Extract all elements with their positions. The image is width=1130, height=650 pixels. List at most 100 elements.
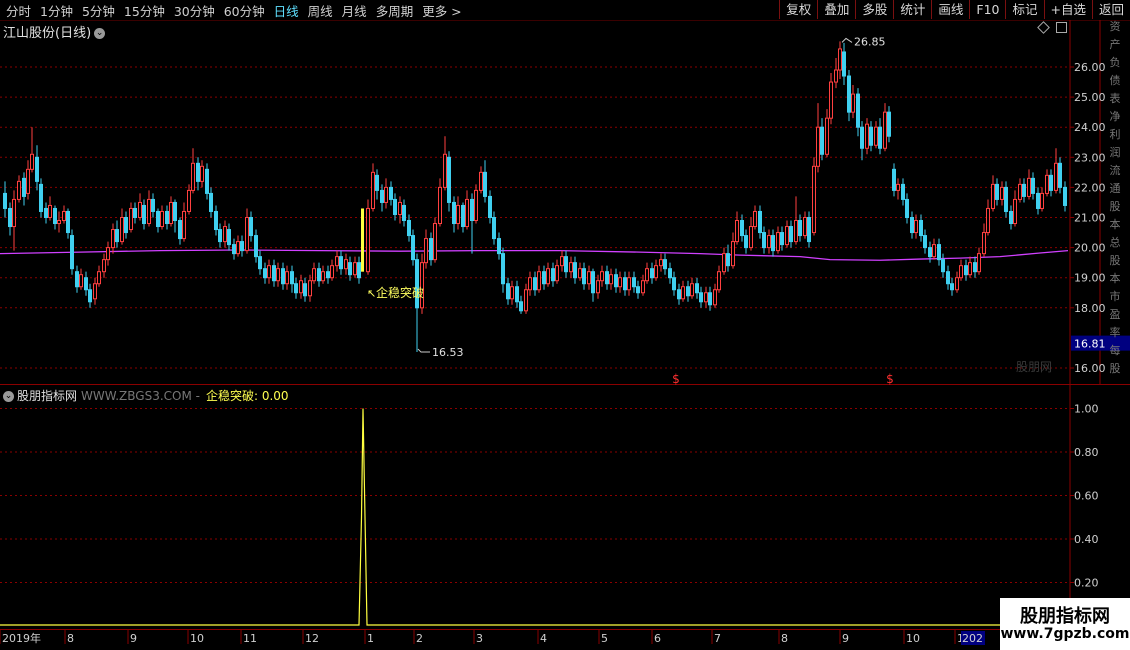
candle-down [1009, 210, 1013, 225]
candle-down [501, 253, 505, 285]
window-icon[interactable] [1056, 22, 1067, 33]
candle-down [142, 204, 146, 225]
indicator-name: 股朋指标网 [17, 389, 78, 403]
candle-up [371, 171, 375, 209]
candle-up [102, 259, 106, 273]
candle-up [690, 283, 694, 297]
price-tick-label: 20.00 [1074, 242, 1106, 255]
candle-down [84, 277, 88, 291]
candle-down [695, 283, 699, 294]
candle-down [780, 232, 784, 246]
candle-down [591, 271, 595, 294]
candle-up [825, 117, 829, 155]
candle-down [375, 174, 379, 191]
candle-up [1013, 198, 1017, 225]
date-tick-label: 1 [367, 632, 374, 645]
candle-down [632, 277, 636, 288]
candle-down [744, 235, 748, 249]
side-panel-glyph: 本 [1110, 217, 1121, 231]
candle-down [214, 210, 218, 231]
candle-down [290, 271, 294, 285]
candle-up [641, 280, 645, 294]
candle-up [560, 256, 564, 267]
candle-up [524, 289, 528, 312]
candle-down [928, 247, 932, 258]
date-tick-label: 2 [416, 632, 423, 645]
candle-up [851, 93, 855, 113]
candle-up [48, 204, 52, 219]
dividend-marker: $ [886, 372, 894, 386]
candle-down [573, 262, 577, 279]
chevron-down-icon[interactable]: ⌄ [94, 28, 106, 39]
candle-down [8, 207, 12, 228]
price-tick-label: 21.00 [1074, 212, 1106, 225]
candle-down [88, 289, 92, 303]
candle-down [973, 262, 977, 273]
date-tick-label: 8 [67, 632, 74, 645]
breakout-signal-bar [361, 208, 364, 272]
candle-up [776, 232, 780, 252]
candle-down [807, 217, 811, 243]
candle-up [749, 226, 753, 249]
candle-down [218, 229, 222, 243]
candle-up [267, 265, 271, 279]
candle-up [731, 241, 735, 267]
candle-down [519, 301, 523, 312]
kline-chart[interactable]: 26.0025.0024.0023.0022.0021.0020.0019.00… [0, 0, 1130, 650]
candle-up [443, 153, 447, 188]
candle-up [794, 220, 798, 243]
candle-up [147, 198, 151, 225]
candle-down [533, 277, 537, 291]
candle-down [209, 192, 213, 212]
candle-down [842, 51, 846, 77]
side-panel-glyph: 净 [1110, 109, 1121, 123]
candle-down [1058, 162, 1062, 188]
candle-down [44, 207, 48, 219]
candle-up [245, 217, 249, 252]
date-tick-label: 10 [190, 632, 204, 645]
candle-down [281, 268, 285, 285]
candle-up [537, 271, 541, 291]
chevron-down-icon[interactable]: ⌄ [3, 391, 14, 402]
candle-up [285, 271, 289, 285]
high-marker-pointer [841, 37, 853, 43]
candle-down [232, 244, 236, 255]
candle-up [335, 256, 339, 267]
candle-down [798, 220, 802, 237]
candle-down [856, 93, 860, 128]
candle-up [955, 277, 959, 291]
stock-title: 江山股份(日线) ⌄ [3, 22, 106, 41]
low-marker-pointer [417, 348, 430, 353]
candle-up [578, 268, 582, 279]
candle-down [937, 244, 941, 261]
candle-down [272, 265, 276, 282]
indicator-tick-label: 1.00 [1074, 403, 1099, 416]
candle-down [3, 192, 7, 209]
candle-down [820, 126, 824, 155]
candle-up [129, 207, 133, 231]
candle-down [22, 177, 26, 197]
candle-down [1036, 192, 1040, 209]
date-tick-label: 4 [540, 632, 547, 645]
date-tick-label: 12 [305, 632, 319, 645]
candle-down [156, 210, 160, 228]
candle-down [515, 286, 519, 303]
candle-up [384, 186, 388, 203]
candle-up [17, 180, 21, 200]
candle-down [740, 220, 744, 237]
candle-up [735, 220, 739, 243]
candle-down [614, 274, 618, 288]
candle-up [713, 289, 717, 306]
candle-up [97, 271, 101, 285]
side-panel-glyph: 流 [1110, 163, 1121, 177]
candle-up [236, 241, 240, 255]
side-panel-glyph: 股 [1110, 362, 1121, 375]
date-tick-label: 5 [601, 632, 608, 645]
candle-up [12, 198, 16, 228]
candle-down [165, 210, 169, 225]
candle-up [932, 244, 936, 258]
candle-down [39, 183, 43, 212]
side-panel-glyph: 利 [1110, 128, 1121, 141]
candle-up [812, 165, 816, 234]
candle-down [492, 217, 496, 240]
